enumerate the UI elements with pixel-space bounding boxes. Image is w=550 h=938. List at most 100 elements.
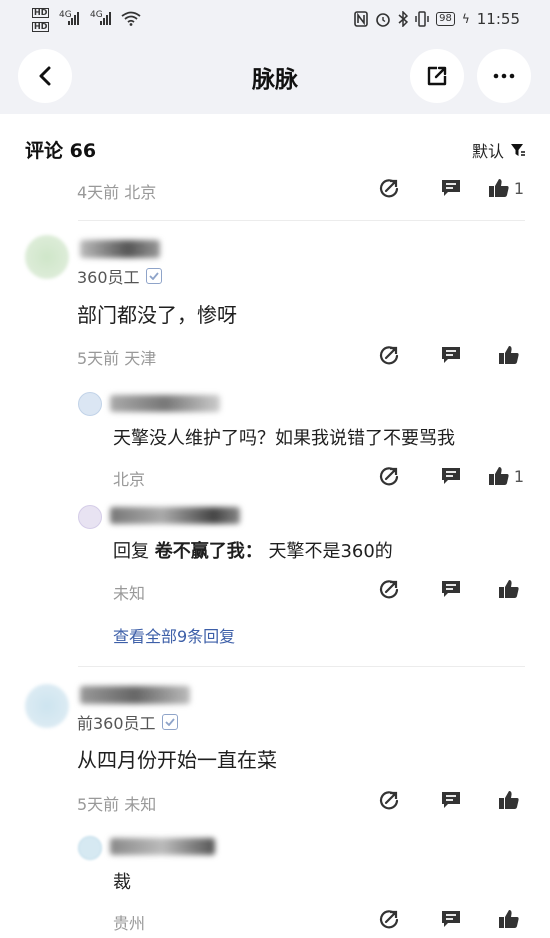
charging-icon: ϟ (461, 12, 470, 26)
comment-meta: 5天前 未知 (77, 795, 157, 814)
comment-actions (338, 578, 524, 600)
username-blurred[interactable] (80, 240, 160, 258)
reply-target[interactable]: 卷不赢了我： (155, 541, 263, 562)
username-blurred[interactable] (110, 395, 220, 412)
filter-icon (511, 144, 525, 156)
reply-button[interactable] (400, 909, 462, 929)
verified-badge-icon (145, 268, 162, 284)
repost-button[interactable] (338, 465, 400, 487)
bluetooth-icon (398, 11, 409, 27)
like-button[interactable] (462, 345, 524, 365)
comment-icon (442, 911, 460, 927)
thumbs-up-icon (488, 179, 509, 197)
avatar[interactable] (78, 392, 102, 416)
comments-count-title: 评论 66 (25, 140, 97, 162)
user-role: 前360员工 (77, 714, 156, 733)
repost-button[interactable] (338, 578, 400, 600)
comment-actions (338, 908, 524, 930)
comment-meta: 5天前 天津 (77, 349, 157, 368)
repost-icon (379, 910, 399, 929)
reply-content: 回复 卷不赢了我： 天擎不是360的 (113, 537, 393, 563)
hd-icon: HD (32, 22, 50, 32)
thumbs-up-icon (488, 467, 509, 485)
sort-button[interactable]: 默认 (472, 138, 526, 162)
comment-meta: 北京 (113, 470, 146, 489)
comment-actions: 1 (338, 177, 524, 199)
like-button[interactable] (462, 909, 524, 929)
comment-icon (442, 180, 460, 196)
thumbs-up-icon (499, 791, 519, 809)
more-button[interactable] (477, 49, 531, 103)
username-blurred[interactable] (110, 507, 240, 524)
sort-label: 默认 (471, 142, 504, 161)
reply-button[interactable] (400, 790, 462, 810)
divider (78, 666, 525, 667)
username-blurred[interactable] (80, 686, 190, 704)
vibrate-icon (415, 11, 429, 27)
reply-button[interactable] (400, 466, 462, 486)
repost-icon (379, 467, 399, 486)
like-count: 1 (513, 178, 524, 198)
nfc-icon (354, 11, 368, 27)
repost-button[interactable] (338, 177, 400, 199)
clock: 11:55 (476, 10, 520, 28)
like-button[interactable]: 1 (462, 466, 524, 486)
comment-meta: 贵州 (113, 914, 146, 933)
avatar[interactable] (25, 235, 69, 279)
reply-button[interactable] (400, 178, 462, 198)
comment-icon (442, 468, 460, 484)
comments-header: 评论 66 默认 (0, 114, 550, 180)
repost-button[interactable] (338, 344, 400, 366)
comment-meta: 4天前 北京 (77, 183, 157, 202)
comment-actions (338, 344, 524, 366)
verified-badge-icon (161, 714, 178, 730)
avatar[interactable] (25, 684, 69, 728)
thumbs-up-icon (499, 580, 519, 598)
repost-icon (379, 580, 399, 599)
view-all-replies-link[interactable]: 查看全部9条回复 (113, 623, 235, 647)
like-button[interactable] (462, 579, 524, 599)
repost-icon (379, 791, 399, 810)
comment-icon (442, 581, 460, 597)
hd-icon: HD (32, 8, 50, 18)
comment-content: 天擎没人维护了吗？如果我说错了不要骂我 (113, 428, 455, 449)
username-blurred[interactable] (110, 838, 215, 855)
avatar[interactable] (78, 505, 102, 529)
status-bar: HD HD 4G 4G 98 ϟ 11:55 (0, 0, 550, 42)
page-title: 脉脉 (252, 67, 298, 93)
like-button[interactable]: 1 (462, 178, 524, 198)
share-button[interactable] (410, 49, 464, 103)
comment-content: 部门都没了，惨呀 (77, 303, 237, 327)
avatar[interactable] (78, 836, 102, 860)
signal-icon (100, 12, 111, 25)
reply-button[interactable] (400, 579, 462, 599)
navigation-bar: 脉脉 (0, 42, 550, 114)
repost-icon (379, 346, 399, 365)
thumbs-up-icon (499, 910, 519, 928)
repost-button[interactable] (338, 908, 400, 930)
reply-button[interactable] (400, 345, 462, 365)
signal-icon (68, 12, 79, 25)
repost-button[interactable] (338, 789, 400, 811)
comment-meta: 未知 (113, 584, 146, 603)
user-title: 360员工 (77, 264, 162, 288)
thumbs-up-icon (499, 346, 519, 364)
reply-prefix: 回复 (113, 541, 155, 562)
user-title: 前360员工 (77, 710, 178, 734)
comment-actions (338, 789, 524, 811)
comment-icon (442, 347, 460, 363)
comment-content: 从四月份开始一直在菜 (77, 748, 277, 772)
share-icon (427, 66, 447, 86)
repost-icon (379, 179, 399, 198)
like-count: 1 (513, 466, 524, 486)
like-button[interactable] (462, 790, 524, 810)
comment-content: 天擎不是360的 (262, 541, 393, 562)
wifi-icon (121, 11, 141, 26)
user-role: 360员工 (77, 268, 140, 287)
comment-icon (442, 792, 460, 808)
more-icon (493, 73, 515, 79)
battery-indicator: 98 (436, 12, 455, 26)
divider (78, 220, 525, 221)
status-right: 98 ϟ 11:55 (354, 10, 520, 28)
alarm-icon (376, 13, 390, 27)
